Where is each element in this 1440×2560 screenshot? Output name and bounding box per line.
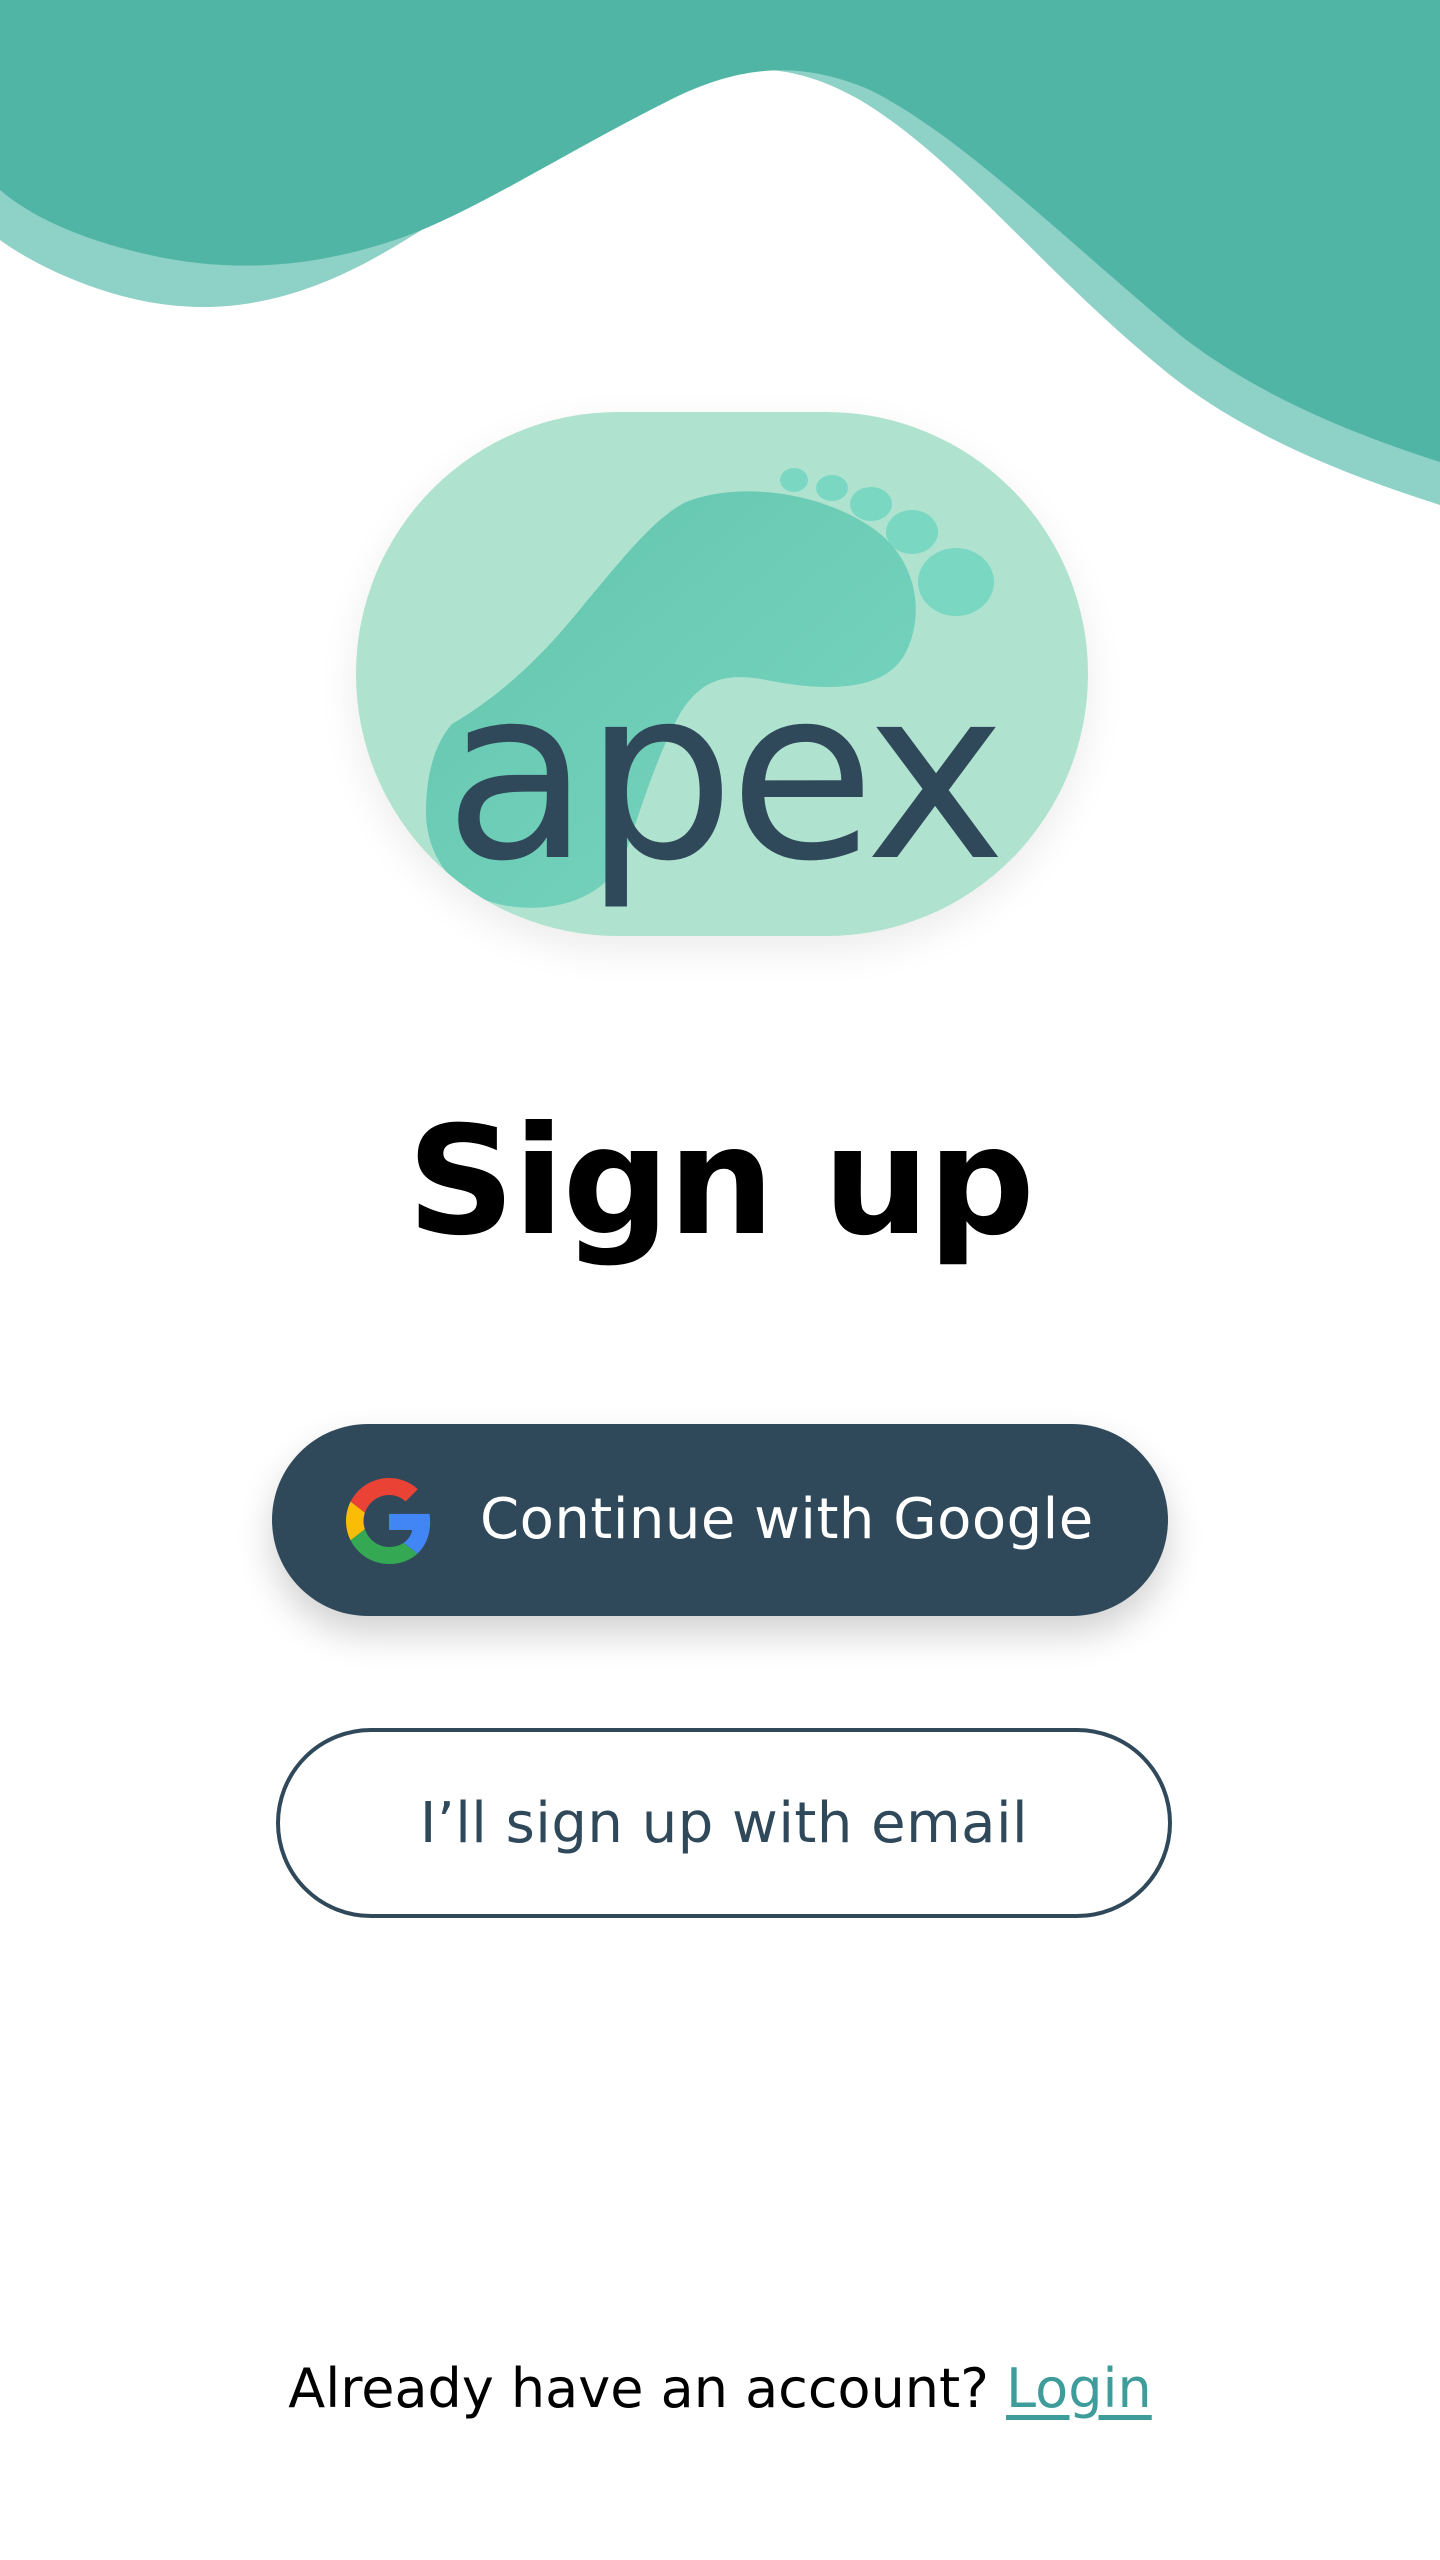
continue-with-google-button[interactable]: Continue with Google xyxy=(272,1424,1168,1616)
signup-screen: apex Sign up Continue with Google I’ll s… xyxy=(0,0,1440,2560)
login-prompt: Already have an account? Login xyxy=(0,2354,1440,2424)
apex-logo: apex xyxy=(356,412,1088,936)
sign-up-with-email-button[interactable]: I’ll sign up with email xyxy=(276,1728,1172,1918)
login-prompt-text: Already have an account? xyxy=(288,2357,989,2420)
google-icon xyxy=(346,1478,432,1564)
logo-wordmark: apex xyxy=(443,637,1006,914)
page-title: Sign up xyxy=(407,1095,1035,1269)
google-button-label: Continue with Google xyxy=(480,1487,1094,1552)
login-link[interactable]: Login xyxy=(1006,2357,1152,2420)
email-button-label: I’ll sign up with email xyxy=(419,1790,1029,1856)
